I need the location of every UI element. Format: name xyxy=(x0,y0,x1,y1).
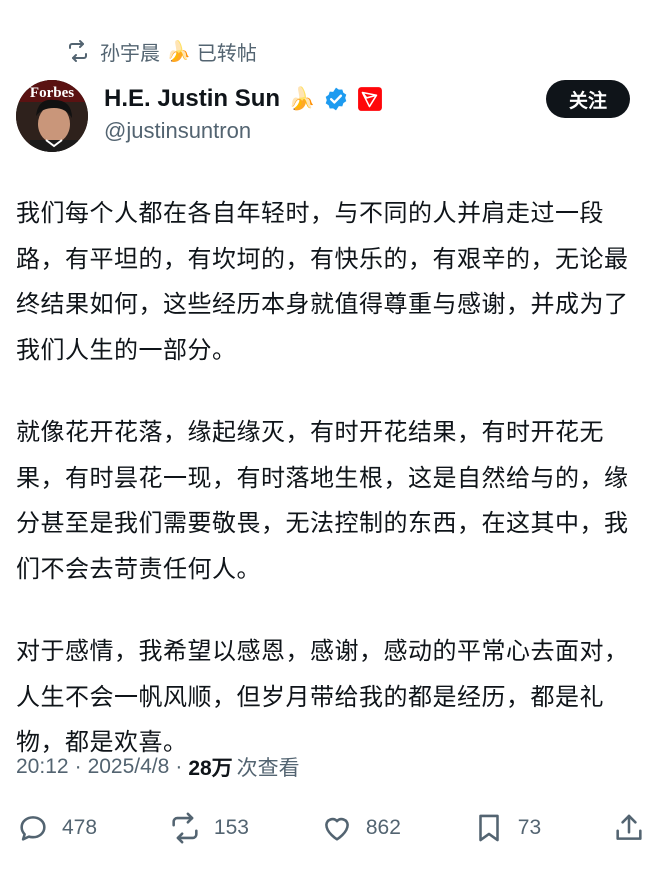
repost-indicator[interactable]: 孙宇晨 🍌 已转帖 xyxy=(66,36,257,66)
follow-button[interactable]: 关注 xyxy=(546,80,630,118)
reply-button[interactable]: 478 xyxy=(16,811,97,845)
author-handle[interactable]: @justinsuntron xyxy=(104,118,383,144)
post-time[interactable]: 20:12 xyxy=(16,755,69,779)
bookmark-count: 73 xyxy=(517,816,542,839)
avatar[interactable]: Forbes xyxy=(16,80,88,152)
view-count-label: 次查看 xyxy=(236,757,300,780)
post-text: 我们每个人都在各自年轻时，与不同的人并肩走过一段路，有平坦的，有坎坷的，有快乐的… xyxy=(16,191,636,803)
bookmark-icon xyxy=(472,811,506,845)
repost-count: 153 xyxy=(213,816,249,839)
avatar-forbes-text: Forbes xyxy=(30,85,74,101)
repost-button[interactable]: 153 xyxy=(168,811,249,845)
like-count: 862 xyxy=(365,816,401,839)
banana-emoji: 🍌 xyxy=(166,39,191,63)
meta-separator: · xyxy=(74,755,82,778)
share-icon xyxy=(612,811,646,845)
bookmark-button[interactable]: 73 xyxy=(472,811,541,845)
repost-user[interactable]: 孙宇晨 xyxy=(100,37,160,66)
heart-icon xyxy=(320,811,354,845)
repost-icon xyxy=(66,39,90,63)
share-button[interactable] xyxy=(612,811,646,845)
banana-emoji: 🍌 xyxy=(288,86,316,112)
post-paragraph: 就像花开花落，缘起缘灭，有时开花结果，有时开花无果，有时昙花一现，有时落地生根，… xyxy=(16,418,629,583)
reply-count: 478 xyxy=(62,816,98,839)
reply-icon xyxy=(16,811,50,845)
post-date[interactable]: 2025/4/8 xyxy=(88,755,170,779)
post-paragraph: 对于感情，我希望以感恩，感谢，感动的平常心去面对，人生不会一帆风顺，但岁月带给我… xyxy=(16,637,629,756)
tron-logo-icon xyxy=(357,86,383,112)
meta-separator: · xyxy=(175,755,183,778)
post-meta: 20:12 · 2025/4/8 · 28万 次查看 xyxy=(16,750,300,784)
author-name[interactable]: H.E. Justin Sun xyxy=(104,85,280,113)
author-name-row: H.E. Justin Sun 🍌 xyxy=(104,82,383,116)
like-button[interactable]: 862 xyxy=(320,811,401,845)
avatar-image: Forbes xyxy=(16,80,88,152)
repost-icon xyxy=(168,811,202,845)
view-count: 28万 xyxy=(188,757,233,780)
author-info: H.E. Justin Sun 🍌 @justinsuntron xyxy=(104,82,383,144)
action-bar: 478 153 862 73 xyxy=(16,806,646,850)
verified-badge-icon xyxy=(323,86,349,112)
post-paragraph: 我们每个人都在各自年轻时，与不同的人并肩走过一段路，有平坦的，有坎坷的，有快乐的… xyxy=(16,199,629,364)
repost-label: 已转帖 xyxy=(196,40,257,65)
